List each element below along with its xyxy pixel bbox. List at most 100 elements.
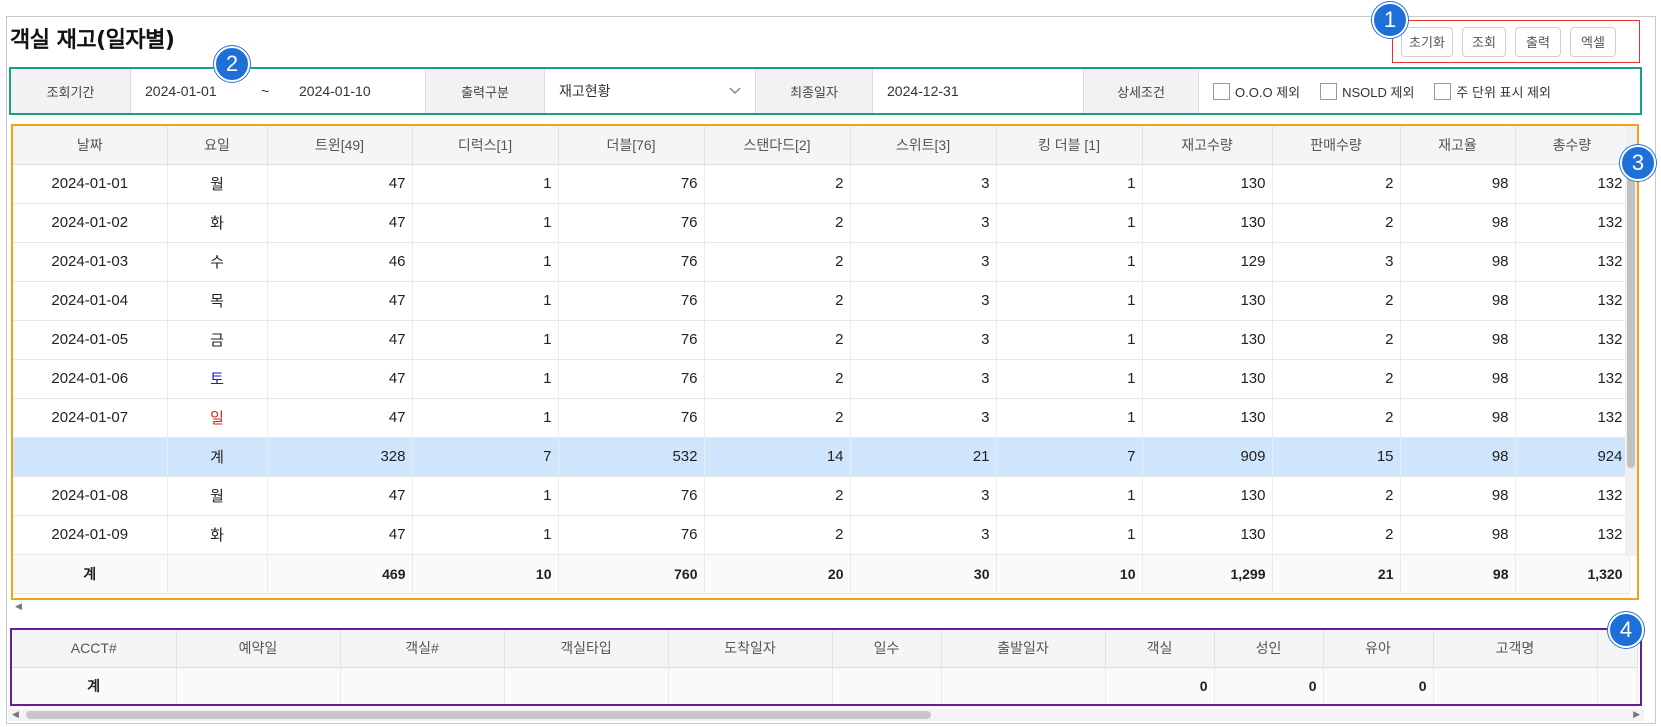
table-row[interactable]: 2024-01-01 월 47 1 76 2 3 1 130 2 98 132 [13,164,1630,204]
value-cell: 1 [996,281,1143,321]
table-row[interactable]: 2024-01-04 목 47 1 76 2 3 1 130 2 98 132 [13,281,1630,321]
nsold-exclude-checkbox[interactable]: NSOLD 제외 [1320,82,1414,101]
scroll-right-icon[interactable]: ▶ [1633,710,1640,720]
column-header[interactable]: 재고율 [1400,126,1516,165]
column-header[interactable]: 재고수량 [1142,126,1273,165]
value-cell: 1 [996,476,1143,516]
total-value-cell: 21 [1272,554,1401,594]
value-cell: 132 [1515,476,1630,516]
reservation-horizontal-scrollbar[interactable]: ◀ ▶ [8,709,1644,721]
value-cell: 130 [1142,359,1273,399]
value-cell: 14 [704,437,851,477]
badge-1: 1 [1372,2,1408,38]
value-cell: 532 [558,437,705,477]
weekday-cell: 일 [167,398,268,438]
value-cell: 3 [850,320,997,360]
weekly-exclude-checkbox[interactable]: 주 단위 표시 제외 [1434,82,1551,101]
value-cell: 3 [850,476,997,516]
date-cell: 2024-01-04 [13,281,168,321]
value-cell: 2 [1272,398,1401,438]
action-button-group: 초기화 조회 출력 엑셀 [1392,20,1640,63]
scroll-left-icon[interactable]: ◀ [15,602,22,612]
column-header[interactable]: 고객명 [1433,630,1598,668]
table-row[interactable]: 2024-01-03 수 46 1 76 2 3 1 129 3 98 132 [13,242,1630,282]
table-row[interactable]: 2024-01-06 토 47 1 76 2 3 1 130 2 98 132 [13,359,1630,399]
table-row[interactable]: 2024-01-08 월 47 1 76 2 3 1 130 2 98 132 [13,476,1630,516]
total-label: 계 [12,667,177,704]
value-cell: 132 [1515,398,1630,438]
inventory-horizontal-scrollbar[interactable]: ◀ [11,602,1639,612]
total-value-cell: 0 [1323,667,1434,704]
table-row[interactable]: 2024-01-05 금 47 1 76 2 3 1 130 2 98 132 [13,320,1630,360]
value-cell: 98 [1400,203,1516,243]
column-header[interactable]: 객실타입 [504,630,669,668]
value-cell: 47 [267,476,413,516]
column-header[interactable]: 요일 [167,126,268,165]
output-type-select[interactable]: 재고현황 [545,69,755,113]
value-cell: 1 [412,320,559,360]
filter-bar: 조회기간 2024-01-01 ~ 2024-01-10 출력구분 재고현황 최… [9,67,1642,115]
weekday-cell: 월 [167,164,268,204]
column-header[interactable]: 객실 [1105,630,1215,668]
table-row[interactable]: 2024-01-02 화 47 1 76 2 3 1 130 2 98 132 [13,203,1630,243]
column-header[interactable]: 킹 더블 [1] [996,126,1143,165]
value-cell: 132 [1515,281,1630,321]
value-cell: 98 [1400,320,1516,360]
date-cell: 2024-01-05 [13,320,168,360]
column-header[interactable]: 객실# [340,630,505,668]
column-header[interactable]: 도착일자 [668,630,833,668]
excel-button[interactable]: 엑셀 [1570,26,1616,57]
value-cell: 98 [1400,515,1516,555]
column-header[interactable]: 날짜 [13,126,168,165]
column-header[interactable]: 성인 [1214,630,1324,668]
scrollbar-thumb[interactable] [26,711,931,719]
reset-button[interactable]: 초기화 [1401,26,1453,57]
column-header[interactable]: 스위트[3] [850,126,997,165]
column-header[interactable]: 디럭스[1] [412,126,559,165]
value-cell: 1 [412,476,559,516]
total-value-cell: 10 [412,554,559,594]
value-cell: 2 [1272,281,1401,321]
scroll-left-icon[interactable]: ◀ [12,710,19,720]
print-button[interactable]: 출력 [1515,26,1561,57]
page-title: 객실 재고(일자별) [10,28,175,53]
total-value-cell: 469 [267,554,413,594]
value-cell: 3 [850,242,997,282]
search-button[interactable]: 조회 [1462,26,1506,57]
column-header[interactable]: ACCT# [12,630,177,668]
value-cell: 47 [267,320,413,360]
total-label: 계 [13,554,168,594]
total-value-cell: 1,320 [1515,554,1630,594]
column-header[interactable]: 트윈[49] [267,126,413,165]
checkbox-label: O.O.O 제외 [1235,84,1301,100]
column-header[interactable]: 총수량 [1515,126,1630,165]
total-row: 계 469 10 760 20 30 10 1,299 21 98 1,320 [13,554,1630,594]
column-header[interactable]: 더블[76] [558,126,705,165]
value-cell: 2 [704,164,851,204]
total-value-cell [941,667,1106,704]
column-header[interactable]: 예약일 [176,630,341,668]
value-cell: 909 [1142,437,1273,477]
total-value-cell: 0 [1105,667,1215,704]
filler-cell [1597,667,1638,704]
column-header[interactable]: 출발일자 [941,630,1106,668]
value-cell: 1 [996,515,1143,555]
date-to-input[interactable]: 2024-01-10 [285,69,425,113]
column-header[interactable]: 유아 [1323,630,1434,668]
value-cell: 2 [1272,359,1401,399]
value-cell: 1 [412,359,559,399]
table-row[interactable]: 2024-01-07 일 47 1 76 2 3 1 130 2 98 132 [13,398,1630,438]
table-row[interactable]: 2024-01-09 화 47 1 76 2 3 1 130 2 98 132 [13,515,1630,555]
column-header[interactable]: 스탠다드[2] [704,126,851,165]
last-date-label: 최종일자 [755,69,873,113]
ooo-exclude-checkbox[interactable]: O.O.O 제외 [1213,82,1300,101]
value-cell: 132 [1515,320,1630,360]
vertical-scrollbar[interactable] [1625,126,1637,556]
scrollbar-thumb[interactable] [1627,148,1635,468]
last-date-input[interactable]: 2024-12-31 [873,69,1083,113]
subtotal-row[interactable]: 계 328 7 532 14 21 7 909 15 98 924 [13,437,1630,477]
value-cell: 2 [1272,515,1401,555]
column-header[interactable]: 판매수량 [1272,126,1401,165]
value-cell: 2 [1272,320,1401,360]
column-header[interactable]: 일수 [832,630,942,668]
